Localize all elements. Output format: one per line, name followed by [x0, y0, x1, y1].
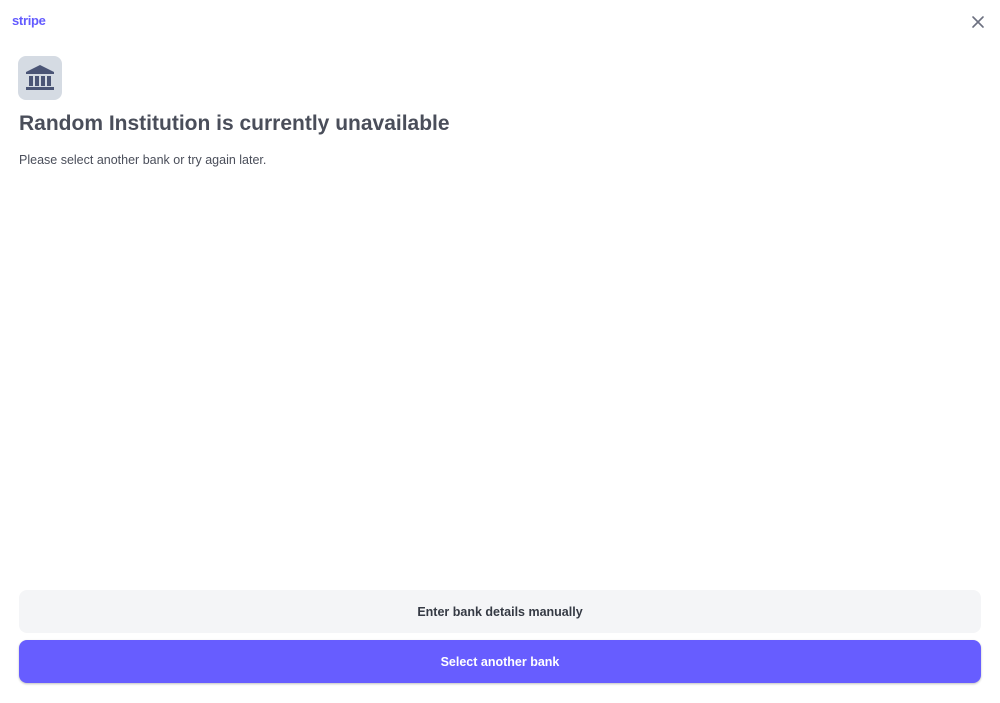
page-subtitle: Please select another bank or try again … [19, 153, 267, 167]
enter-bank-details-manually-button[interactable]: Enter bank details manually [19, 590, 981, 633]
page-title: Random Institution is currently unavaila… [19, 112, 450, 135]
close-icon[interactable] [968, 12, 988, 32]
bank-icon [18, 56, 62, 100]
select-another-bank-button[interactable]: Select another bank [19, 640, 981, 683]
stripe-logo: stripe [12, 13, 46, 28]
